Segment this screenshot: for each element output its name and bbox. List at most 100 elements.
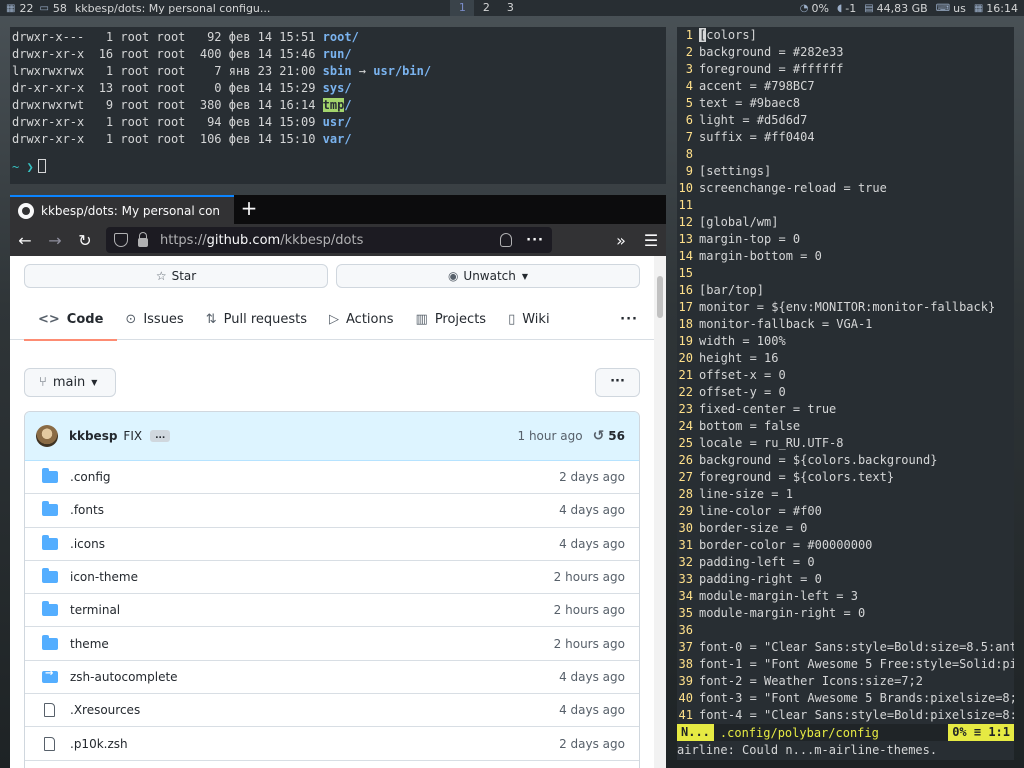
hamburger-menu-icon[interactable]: ☰ <box>636 231 666 250</box>
file-row[interactable]: theme 2 hours ago <box>25 627 639 661</box>
reader-bulb-icon[interactable] <box>500 233 513 247</box>
workspace-2[interactable]: 2 <box>474 0 498 16</box>
line-number: 12 <box>678 215 693 229</box>
ls-row: drwxr-xr-x 16 root root 400 фев 14 15:46… <box>12 46 664 63</box>
line-text: height = 16 <box>699 351 779 365</box>
file-name-link[interactable]: .fonts <box>70 503 559 517</box>
line-number: 6 <box>685 113 693 127</box>
ls-row: drwxrwxrwt 9 root root 380 фев 14 16:14 … <box>12 97 664 114</box>
file-name-link[interactable]: theme <box>70 637 554 651</box>
tab-issues[interactable]: ⊙ Issues <box>125 300 183 340</box>
workspace-1[interactable]: 1 <box>450 0 475 16</box>
file-row[interactable]: zsh-autocomplete4 days ago <box>25 661 639 695</box>
line-number: 26 <box>678 453 693 467</box>
tab-projects[interactable]: ▥ Projects <box>416 300 487 340</box>
folder-icon <box>42 534 58 550</box>
page-scrollbar[interactable] <box>654 256 666 768</box>
window-id: 58 <box>52 1 67 15</box>
tab-pull-requests-label: Pull requests <box>223 312 308 327</box>
tab-actions[interactable]: ▷ Actions <box>329 300 394 340</box>
file-name-link[interactable]: zsh-autocomplete <box>70 670 559 684</box>
tab-pull-requests[interactable]: ⇅ Pull requests <box>206 300 307 340</box>
scrollbar-thumb[interactable] <box>657 276 663 318</box>
line-text: foreground = ${colors.text} <box>699 470 895 484</box>
file-row[interactable]: .Xresources 4 days ago <box>25 694 639 728</box>
terminal-window[interactable]: drwxr-x--- 1 root root 92 фев 14 15:51 r… <box>10 27 666 184</box>
file-age: 4 days ago <box>559 669 625 684</box>
nav-more-button[interactable]: ··· <box>620 312 638 327</box>
page-actions-icon[interactable]: ··· <box>526 233 544 248</box>
keyboard-layout: us <box>953 1 966 15</box>
ls-name: var <box>322 132 345 146</box>
vim-buffer[interactable]: 1 [colors] 2 background = #282e33 3 foregroun… <box>677 27 1014 724</box>
star-button[interactable]: ☆ Star <box>24 264 328 288</box>
file-row[interactable]: .fonts 4 days ago <box>25 494 639 528</box>
ls-name: sys <box>322 81 345 95</box>
file-row[interactable]: .icons 4 days ago <box>25 528 639 561</box>
vim-window[interactable]: 1 [colors] 2 background = #282e33 3 foregroun… <box>677 27 1014 760</box>
new-tab-button[interactable]: + <box>234 195 264 224</box>
vim-line: 34 module-margin-left = 3 <box>677 588 1014 605</box>
file-name-link[interactable]: .config <box>70 470 559 484</box>
line-text: accent = #798BC7 <box>699 79 815 93</box>
line-text: module-margin-right = 0 <box>699 606 866 620</box>
file-row[interactable]: terminal 2 hours ago <box>25 594 639 628</box>
browser-tab[interactable]: kkbesp/dots: My personal con <box>10 195 234 224</box>
file-name-link[interactable]: .Xresources <box>70 703 559 717</box>
line-number: 23 <box>678 402 693 416</box>
line-number: 31 <box>678 538 693 552</box>
commit-message[interactable]: FIX <box>123 429 142 443</box>
tab-wiki[interactable]: ▯ Wiki <box>508 300 549 340</box>
line-text: text = #9baec8 <box>699 96 801 110</box>
line-text: border-color = #00000000 <box>699 538 873 552</box>
commit-author[interactable]: kkbesp <box>69 429 117 443</box>
history-icon: ↺ <box>592 428 605 444</box>
vim-line: 6 light = #d5d6d7 <box>677 112 1014 129</box>
url-text[interactable]: https://github.com/kkbesp/dots <box>160 233 500 248</box>
line-number: 38 <box>678 657 693 671</box>
back-icon[interactable]: ← <box>10 231 40 250</box>
vim-line: 37 font-0 = "Clear Sans:style=Bold:size=8… <box>677 639 1014 656</box>
file-name-link[interactable]: .p10k.zsh <box>70 737 559 751</box>
commit-expand-button[interactable]: ... <box>150 430 171 442</box>
file-name-link[interactable]: terminal <box>70 603 554 617</box>
forward-icon[interactable]: → <box>40 231 70 250</box>
overflow-chevron-icon[interactable]: » <box>606 231 636 250</box>
tab-code[interactable]: <> Code <box>23 300 118 341</box>
vim-line: 25 locale = ru_RU.UTF-8 <box>677 435 1014 452</box>
commit-history-link[interactable]: ↺ 56 <box>593 428 625 444</box>
reload-icon[interactable]: ↻ <box>70 231 100 250</box>
ls-row: drwxr-xr-x 1 root root 106 фев 14 15:10 … <box>12 131 664 148</box>
shell-prompt[interactable]: ~ ❯ <box>12 159 664 174</box>
file-row[interactable]: icon-theme 2 hours ago <box>25 561 639 595</box>
line-number: 36 <box>678 623 693 637</box>
window-list-icon[interactable]: ▦ <box>6 3 15 14</box>
avatar[interactable] <box>36 425 58 447</box>
file-name-link[interactable]: .icons <box>70 537 559 551</box>
window-title: kkbesp/dots: My personal configu... <box>74 1 271 15</box>
tab-code-label: Code <box>66 312 104 327</box>
branch-selector[interactable]: ⑂ main ▼ <box>24 368 116 397</box>
file-row[interactable]: .config 2 days ago <box>25 461 639 495</box>
line-text: width = 100% <box>699 334 786 348</box>
lock-icon[interactable] <box>138 231 148 247</box>
line-number: 41 <box>678 708 693 722</box>
vim-line: 1 [colors] <box>677 27 1014 44</box>
file-row[interactable]: .p10k.zsh 2 days ago <box>25 727 639 761</box>
vim-filename: .config/polybar/config <box>719 725 879 740</box>
line-number: 39 <box>678 674 693 688</box>
url-bar[interactable]: https://github.com/kkbesp/dots ··· <box>106 227 552 253</box>
tracking-shield-icon[interactable] <box>114 233 128 247</box>
file-name-link[interactable]: icon-theme <box>70 570 554 584</box>
more-options-button[interactable]: ··· <box>595 368 640 397</box>
line-number: 33 <box>678 572 693 586</box>
line-number: 3 <box>685 62 693 76</box>
commit-time: 1 hour ago <box>517 429 583 443</box>
issue-icon: ⊙ <box>125 312 137 327</box>
line-text: [global/wm] <box>699 215 779 229</box>
vim-line: 33 padding-right = 0 <box>677 571 1014 588</box>
unwatch-button[interactable]: ◉ Unwatch ▼ <box>336 264 640 288</box>
workspace-3[interactable]: 3 <box>498 0 522 16</box>
vim-line: 14 margin-bottom = 0 <box>677 248 1014 265</box>
ls-suffix: → <box>351 64 374 78</box>
